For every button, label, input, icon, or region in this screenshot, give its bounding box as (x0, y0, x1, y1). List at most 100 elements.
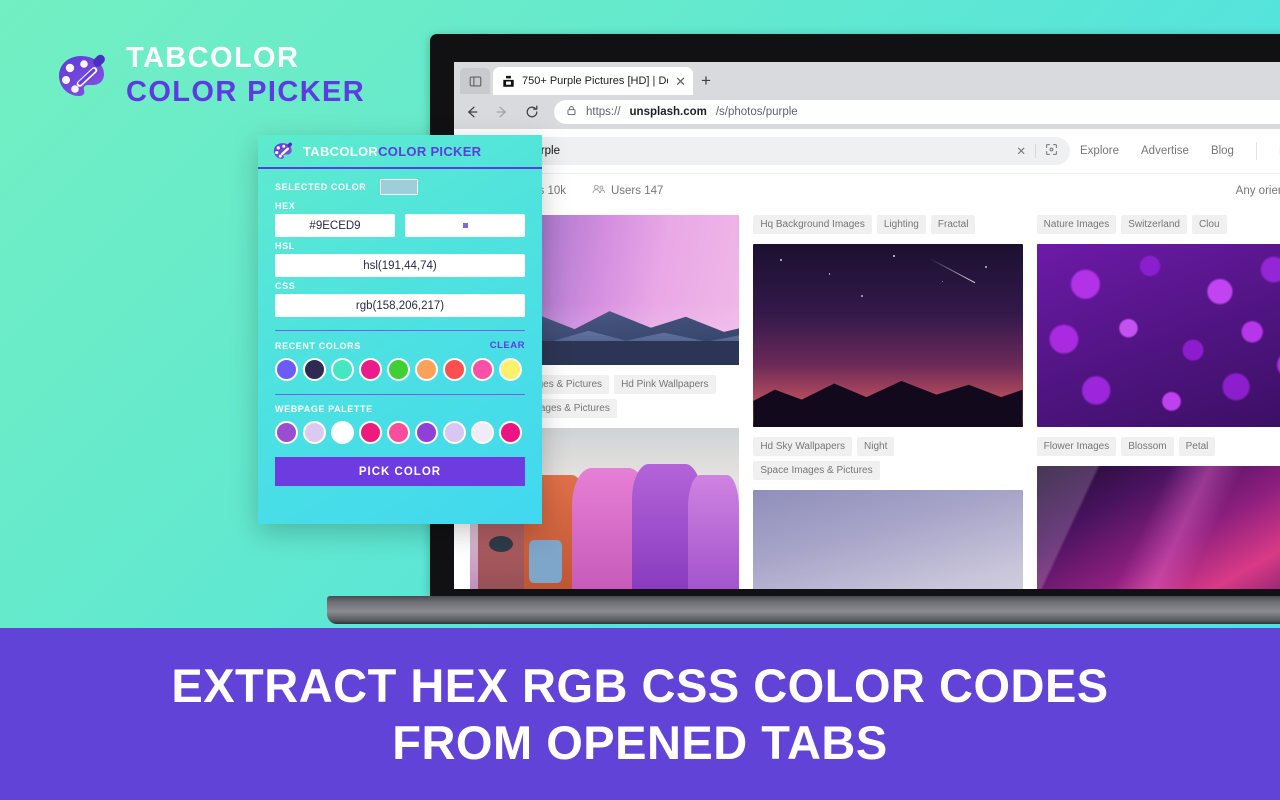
banner-line-2: FROM OPENED TABS (392, 716, 888, 769)
tag-chip[interactable]: Hd Pink Wallpapers (614, 375, 716, 394)
divider-palette (275, 394, 525, 395)
photo-grid: Mountain Images & Pictures Hd Pink Wallp… (454, 207, 1280, 589)
clear-button[interactable]: CLEAR (490, 340, 525, 351)
tag-list-3b: Flower Images Blossom Petal (1036, 437, 1280, 456)
tag-chip[interactable]: Night (857, 437, 895, 456)
nav-item-explore[interactable]: Explore (1080, 145, 1119, 157)
site-search-input[interactable]: purple ✕ (495, 137, 1070, 165)
photo-column-3: Nature Images Switzerland Clou Flower Im… (1036, 215, 1280, 589)
tab-list-icon[interactable] (460, 68, 490, 94)
orientation-filter[interactable]: Any orientatio (1236, 185, 1280, 197)
promo-banner-stage: TABCOLOR COLOR PICKER 750+ Purple Pictur… (0, 0, 1280, 800)
tag-list-2: Hq Background Images Lighting Fractal (753, 215, 1022, 234)
close-icon[interactable]: ✕ (675, 75, 686, 88)
palette-eyedropper-icon (272, 140, 294, 162)
tag-list-3: Nature Images Switzerland Clou (1036, 215, 1280, 234)
palette-swatch[interactable] (359, 421, 382, 444)
unsplash-header: purple ✕ Explore Advertise Blog L (454, 129, 1280, 174)
visual-search-icon[interactable] (1045, 143, 1058, 159)
laptop-base (327, 596, 1280, 624)
tabcolor-extension-popup: TABCOLORCOLOR PICKER SELECTED COLOR HEX … (258, 135, 542, 524)
webpage-palette-header: WEBPAGE PALETTE (275, 404, 525, 414)
popup-header: TABCOLORCOLOR PICKER (258, 135, 542, 169)
palette-swatch[interactable] (443, 421, 466, 444)
arrow-right-icon (494, 104, 510, 120)
lock-icon (566, 105, 577, 119)
nav-item-advertise[interactable]: Advertise (1141, 145, 1189, 157)
purple-abstract-photo[interactable] (1036, 466, 1280, 589)
recent-swatch[interactable] (275, 358, 298, 381)
popup-title-b: COLOR PICKER (378, 143, 482, 159)
recent-swatch[interactable] (443, 358, 466, 381)
clear-x-icon[interactable]: ✕ (1016, 144, 1026, 158)
browser-tab-active[interactable]: 750+ Purple Pictures [HD] | Dow ✕ (493, 67, 693, 95)
tag-chip[interactable]: Hq Background Images (753, 215, 872, 234)
users-icon (592, 183, 605, 198)
pick-color-button[interactable]: PICK COLOR (275, 457, 525, 486)
hex-secondary-input[interactable] (405, 214, 525, 237)
selected-color-row: SELECTED COLOR (275, 179, 525, 195)
unsplash-subnav: Collections 10k Users 147 Any orientatio (454, 174, 1280, 207)
tag-chip[interactable]: Lighting (876, 215, 926, 234)
tag-chip[interactable]: Flower Images (1036, 437, 1117, 456)
tag-chip[interactable]: Fractal (930, 215, 976, 234)
palette-swatch[interactable] (331, 421, 354, 444)
recent-swatch[interactable] (331, 358, 354, 381)
palette-swatch[interactable] (275, 421, 298, 444)
popup-title: TABCOLORCOLOR PICKER (303, 144, 481, 159)
palette-swatch[interactable] (499, 421, 522, 444)
palette-swatch[interactable] (387, 421, 410, 444)
url-path: /s/photos/purple (715, 106, 798, 118)
purple-night-sky-photo[interactable] (753, 244, 1023, 427)
tag-chip[interactable]: Hd Sky Wallpapers (753, 437, 852, 456)
recent-swatch[interactable] (471, 358, 494, 381)
browser-tab-title: 750+ Purple Pictures [HD] | Dow (522, 75, 669, 87)
hsl-input[interactable]: hsl(191,44,74) (275, 254, 525, 277)
palette-swatch[interactable] (415, 421, 438, 444)
tag-chip[interactable]: Clou (1191, 215, 1227, 234)
purple-haze-gradient-photo[interactable] (753, 490, 1023, 589)
banner-line-1: EXTRACT HEX RGB CSS COLOR CODES (171, 658, 1109, 712)
recent-swatch[interactable] (499, 358, 522, 381)
unsplash-page: purple ✕ Explore Advertise Blog L (454, 129, 1280, 589)
photo-column-2: Hq Background Images Lighting Fractal Hd… (753, 215, 1023, 589)
recent-colors-label: RECENT COLORS (275, 340, 361, 351)
recent-swatch[interactable] (387, 358, 410, 381)
purple-flowers-photo[interactable] (1036, 244, 1280, 427)
recent-colors-header: RECENT COLORS CLEAR (275, 340, 525, 351)
palette-eyedropper-icon (54, 48, 110, 104)
new-tab-button[interactable]: + (693, 67, 719, 95)
tag-chip[interactable]: Switzerland (1121, 215, 1187, 234)
arrow-left-icon[interactable] (464, 104, 480, 120)
recent-swatch[interactable] (415, 358, 438, 381)
palette-swatch[interactable] (303, 421, 326, 444)
url-scheme: https:// (586, 106, 621, 118)
palette-swatch[interactable] (471, 421, 494, 444)
hex-label: HEX (275, 201, 296, 211)
tag-chip[interactable]: Petal (1178, 437, 1216, 456)
site-search-term: purple (528, 145, 560, 157)
subnav-label-users: Users 147 (610, 184, 664, 197)
address-bar[interactable]: https:// unsplash.com/s/photos/purple (554, 100, 1280, 124)
nav-item-blog[interactable]: Blog (1211, 145, 1234, 157)
promo-banner: EXTRACT HEX RGB CSS COLOR CODES FROM OPE… (0, 628, 1280, 800)
selected-color-swatch[interactable] (380, 179, 419, 195)
hex-input[interactable]: #9ECED9 (275, 214, 395, 237)
recent-swatch[interactable] (303, 358, 326, 381)
reload-icon[interactable] (524, 104, 540, 120)
webpage-palette-label: WEBPAGE PALETTE (275, 404, 373, 414)
copy-icon[interactable] (462, 223, 468, 228)
browser-toolbar: https:// unsplash.com/s/photos/purple (454, 95, 1280, 129)
tag-chip[interactable]: Nature Images (1036, 215, 1117, 234)
laptop-screen: 750+ Purple Pictures [HD] | Dow ✕ + http… (454, 62, 1280, 589)
hex-field-row: #9ECED9 (275, 214, 525, 237)
css-label: CSS (275, 281, 296, 291)
tag-chip[interactable]: Space Images & Pictures (753, 461, 880, 480)
nav-divider (1255, 142, 1257, 160)
css-input[interactable]: rgb(158,206,217) (275, 294, 525, 317)
brand-lockup: TABCOLOR COLOR PICKER (54, 44, 365, 107)
tag-chip[interactable]: Blossom (1121, 437, 1174, 456)
browser-tabstrip: 750+ Purple Pictures [HD] | Dow ✕ + (454, 62, 1280, 95)
subnav-item-users[interactable]: Users 147 (592, 183, 663, 198)
recent-swatch[interactable] (359, 358, 382, 381)
